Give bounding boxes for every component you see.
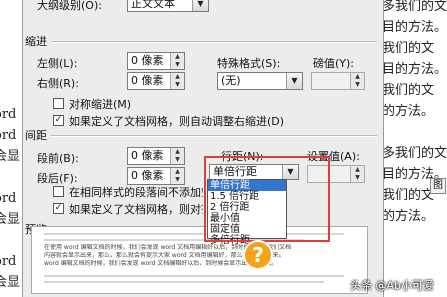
no-space-label: 在相同样式的段落间不添加空格(C) <box>69 186 203 199</box>
spinner-arrows-icon[interactable]: ▲ ▼ <box>170 148 184 164</box>
chevron-down-icon: ▼ <box>192 0 208 11</box>
spinner-arrows-icon[interactable]: ▲ ▼ <box>350 73 364 89</box>
document-left-text: ord ord 会显 ord 会显 ord 会显 <box>0 107 21 290</box>
paragraph-dialog: 大纲级别(O): 正文文本 ▼ 缩进 左侧(L): 0 像素 ▲ ▼ 特殊格式(S… <box>22 0 384 297</box>
left-indent-value: 0 像素 <box>131 54 164 67</box>
space-after-value: 0 像素 <box>131 169 164 182</box>
space-before-spinner[interactable]: 0 像素 ▲ ▼ <box>127 147 185 165</box>
help-icon[interactable]: ? <box>243 240 273 270</box>
spinner-arrows-icon[interactable]: ▲ ▼ <box>170 53 184 69</box>
spacing-section-title: 间距 <box>25 129 47 142</box>
measure-label: 磅值(Y): <box>313 57 355 70</box>
watermark: 头条 @Ab小可爱 <box>350 279 435 292</box>
outline-level-label: 大纲级别(O): <box>37 0 102 12</box>
spinner-arrows-icon[interactable]: ▲ ▼ <box>170 73 184 89</box>
preview-text: 在使用 word 编辑文档的时候，我们会发现 word 文档用编辑好以后，到时候… <box>44 244 292 251</box>
auto-adjust-checkbox[interactable]: ✓ <box>53 115 64 126</box>
left-indent-spinner[interactable]: 0 像素 ▲ ▼ <box>127 52 185 70</box>
measure-spinner[interactable]: ▲ ▼ <box>311 72 365 90</box>
mirror-indent-checkbox[interactable] <box>53 98 64 109</box>
highlight-annotation-box <box>204 156 330 242</box>
auto-adjust-label: 如果定义了文档网格，则自动调整右缩进(D) <box>69 115 285 128</box>
spinner-arrows-icon[interactable]: ▲ ▼ <box>350 166 364 182</box>
right-indent-spinner[interactable]: 0 像素 ▲ ▼ <box>127 72 185 90</box>
outline-level-value: 正文文本 <box>131 0 175 10</box>
chevron-down-icon: ▼ <box>286 73 302 89</box>
special-format-select[interactable]: (无) ▼ <box>217 72 303 90</box>
space-after-spinner[interactable]: 0 像素 ▲ ▼ <box>127 167 185 185</box>
snap-grid-checkbox[interactable]: ✓ <box>53 203 64 214</box>
special-format-label: 特殊格式(S): <box>217 57 281 70</box>
space-before-value: 0 像素 <box>131 149 164 162</box>
left-indent-label: 左侧(L): <box>37 57 78 70</box>
no-space-checkbox[interactable] <box>53 186 64 197</box>
snap-grid-label: 如果定义了文档网格，则对齐到网格(W) <box>69 203 203 216</box>
right-indent-label: 右侧(R): <box>37 77 79 90</box>
ime-icon[interactable]: 图 <box>430 178 446 194</box>
mirror-indent-label: 对称缩进(M) <box>69 98 132 111</box>
outline-level-select[interactable]: 正文文本 ▼ <box>127 0 209 12</box>
preview-text: 内容就会显示出来，那么，那么就会有提示大家 word 文档用编辑好，那么会有显示… <box>44 252 285 259</box>
right-indent-value: 0 像素 <box>131 74 164 87</box>
spinner-arrows-icon[interactable]: ▲ ▼ <box>170 168 184 184</box>
preview-text: word 编辑文档的时候，我们会发现 word 文档编辑好以后，到时候会显示出来… <box>44 260 278 267</box>
indent-section-title: 缩进 <box>25 35 47 48</box>
special-format-value: (无) <box>221 74 241 87</box>
space-before-label: 段前(B): <box>37 152 79 165</box>
